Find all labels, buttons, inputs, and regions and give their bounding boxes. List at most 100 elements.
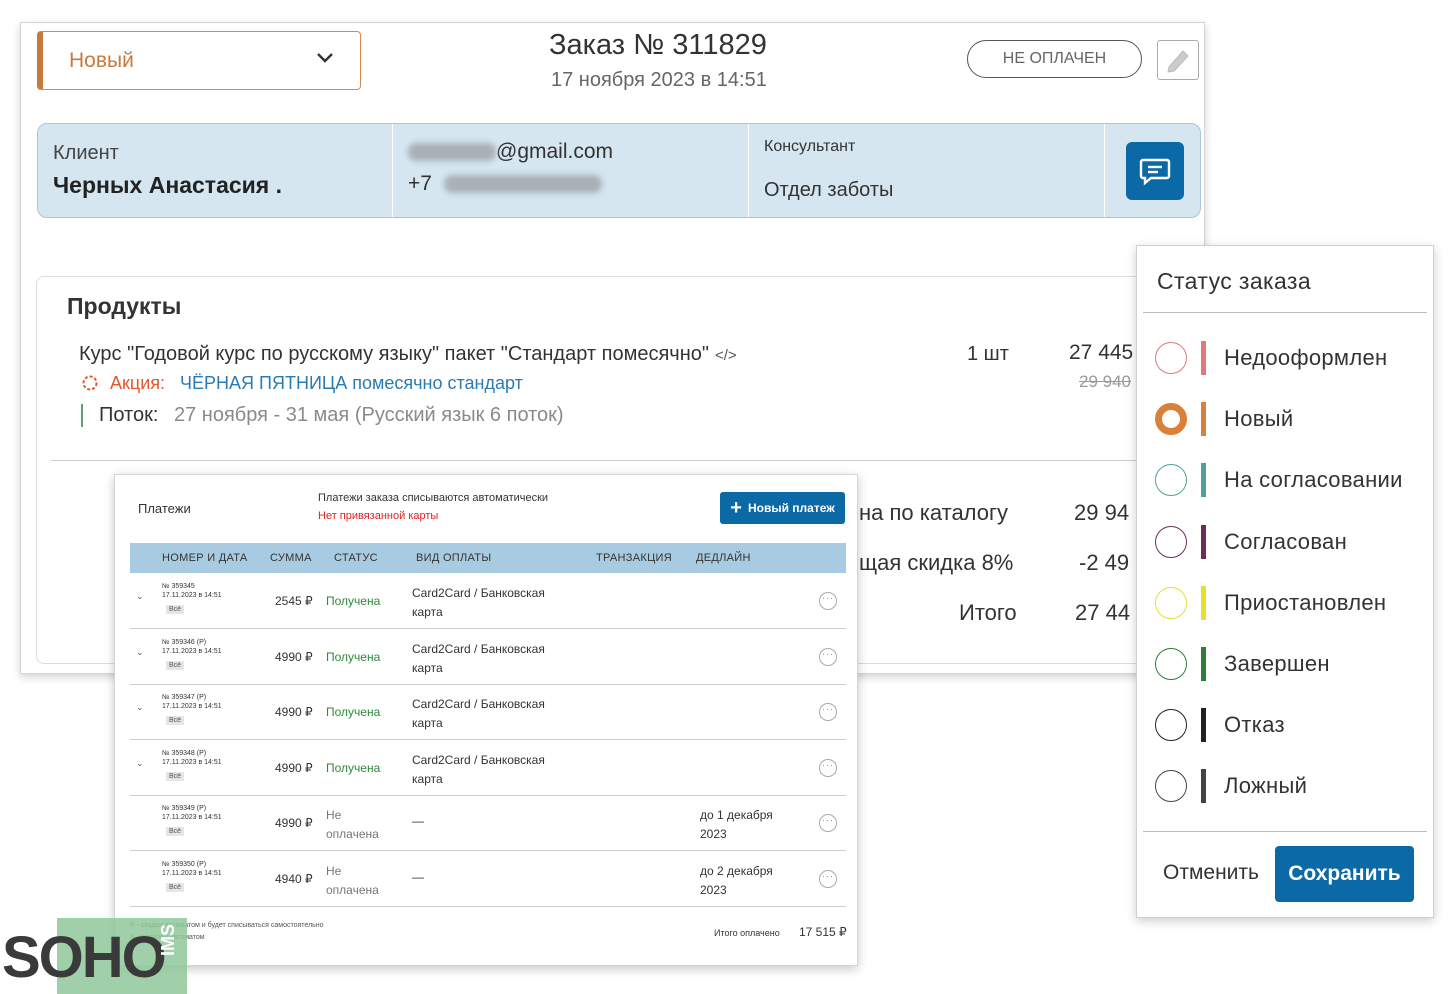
status-radio[interactable] xyxy=(1155,648,1187,680)
status-option[interactable]: Ложный xyxy=(1155,766,1425,806)
client-label: Клиент xyxy=(53,142,119,164)
status-option[interactable]: Новый xyxy=(1155,399,1425,439)
more-options-icon[interactable]: ··· xyxy=(819,869,837,888)
product-old-price: 29 940 xyxy=(1079,372,1131,391)
more-options-icon[interactable]: ··· xyxy=(819,814,837,832)
status-radio[interactable] xyxy=(1155,709,1187,742)
status-option[interactable]: Согласован xyxy=(1155,522,1425,562)
column-header: НОМЕР И ДАТА xyxy=(162,552,248,564)
plus-icon: + xyxy=(730,497,742,519)
new-payment-button[interactable]: + Новый платеж xyxy=(720,492,845,524)
payment-amount: 4990 ₽ xyxy=(275,760,313,775)
status-radio[interactable] xyxy=(1155,770,1187,803)
order-status-select[interactable]: Новый xyxy=(37,31,361,90)
chevron-down-icon[interactable]: ⌄ xyxy=(136,647,144,658)
catalog-price-value: 29 94 xyxy=(1074,500,1130,525)
payment-deadline: до 2 декабря 2023 xyxy=(700,863,773,897)
payments-panel: Платежи Платежи заказа списываются автом… xyxy=(114,474,858,966)
product-price: 27 445 xyxy=(1069,341,1134,364)
code-icon[interactable]: </> xyxy=(715,347,737,364)
payment-date: 17.11.2023 в 14:51 xyxy=(162,814,222,821)
promo-label: Акция: xyxy=(110,373,166,393)
table-row[interactable]: ⌄ № 359345 17.11.2023 в 14:51 Всё 2545 ₽ Полу… xyxy=(130,573,846,629)
status-option[interactable]: Завершен xyxy=(1155,644,1425,684)
table-row[interactable]: ⌄ № 359346 (P) 17.11.2023 в 14:51 Всё 4990 ₽… xyxy=(130,629,846,685)
cancel-button[interactable]: Отменить xyxy=(1163,861,1259,885)
payments-warning: Нет привязанной карты xyxy=(318,510,439,522)
payment-status: Не оплачена xyxy=(326,863,379,897)
product-qty: 1 шт xyxy=(967,343,1009,365)
divider xyxy=(1143,831,1427,832)
chevron-down-icon[interactable]: ⌄ xyxy=(136,702,144,713)
status-color-bar xyxy=(1201,524,1206,559)
soho-logo: SOHO IMS xyxy=(0,918,190,994)
total-value: 27 44 xyxy=(1075,600,1131,625)
payment-amount: 4940 ₽ xyxy=(275,871,313,886)
chat-button[interactable] xyxy=(1126,142,1184,200)
product-title: Курс "Годовой курс по русскому языку" па… xyxy=(79,343,709,365)
divider xyxy=(51,460,1171,461)
column-header: ВИД ОПЛАТЫ xyxy=(416,552,492,564)
payment-date: 17.11.2023 в 14:51 xyxy=(162,647,222,655)
status-radio[interactable] xyxy=(1155,586,1187,619)
payment-amount: 2545 ₽ xyxy=(275,594,313,608)
phone-prefix: +7 xyxy=(408,172,432,195)
client-phone: +7 xyxy=(408,172,602,196)
payment-tag: Всё xyxy=(166,660,185,670)
payment-number: № 359346 (P) xyxy=(162,638,207,646)
status-option-label: Согласован xyxy=(1224,528,1348,554)
chevron-down-icon[interactable]: ⌄ xyxy=(136,758,144,769)
status-option[interactable]: На согласовании xyxy=(1155,460,1425,500)
stream-value: 27 ноября - 31 мая (Русский язык 6 поток… xyxy=(174,404,564,426)
promo-value[interactable]: ЧЁРНАЯ ПЯТНИЦА помесячно стандарт xyxy=(180,373,523,393)
chevron-down-icon[interactable]: ⌄ xyxy=(136,591,144,602)
payment-status: Получена xyxy=(326,649,381,664)
table-row[interactable]: ⌄ № 359347 (P) 17.11.2023 в 14:51 Всё 4990 ₽… xyxy=(130,684,846,740)
payment-tag: Всё xyxy=(166,605,185,614)
status-option-label: Ложный xyxy=(1224,773,1308,799)
status-color-bar xyxy=(1201,708,1206,743)
save-button[interactable]: Сохранить xyxy=(1275,846,1414,902)
status-option[interactable]: Отказ xyxy=(1155,705,1425,745)
blurred-phone xyxy=(443,175,602,194)
payment-number: № 359345 xyxy=(162,583,195,590)
more-options-icon[interactable]: ··· xyxy=(819,703,837,721)
discount-label: щая скидка 8% xyxy=(859,550,1014,575)
payment-tag: Всё xyxy=(166,716,185,725)
status-color-bar xyxy=(1201,585,1206,620)
status-radio[interactable] xyxy=(1155,342,1187,374)
payment-tag: Всё xyxy=(166,771,185,781)
status-color-bar xyxy=(1201,647,1206,681)
order-status-popup: Статус заказа Недооформлен Новый На соглас… xyxy=(1136,245,1434,918)
products-heading: Продукты xyxy=(67,293,182,319)
status-option[interactable]: Недооформлен xyxy=(1155,338,1425,378)
more-options-icon[interactable]: ··· xyxy=(819,758,837,777)
status-color-bar xyxy=(1201,769,1206,804)
divider xyxy=(392,124,393,217)
product-name: Курс "Годовой курс по русскому языку" па… xyxy=(79,343,737,366)
order-date: 17 ноября 2023 в 14:51 xyxy=(551,69,767,91)
status-radio[interactable] xyxy=(1155,525,1187,558)
payments-table-header: НОМЕР И ДАТА СУММА СТАТУС ВИД ОПЛАТЫ ТРА… xyxy=(130,543,846,573)
status-color-bar xyxy=(1201,402,1206,437)
consultant-value: Отдел заботы xyxy=(764,179,894,201)
status-option[interactable]: Приостановлен xyxy=(1155,583,1425,623)
payment-tag: Всё xyxy=(166,882,185,892)
payment-date: 17.11.2023 в 14:51 xyxy=(162,703,222,710)
table-row[interactable]: № 359349 (P) 17.11.2023 в 14:51 Всё 4990 ₽ Н… xyxy=(130,795,846,851)
table-row[interactable]: № 359350 (P) 17.11.2023 в 14:51 Всё 4940 ₽ Н… xyxy=(130,851,846,907)
order-title: Заказ № 311829 xyxy=(549,29,767,61)
table-row[interactable]: ⌄ № 359348 (P) 17.11.2023 в 14:51 Всё 4990 ₽… xyxy=(130,740,846,796)
client-email: @gmail.com xyxy=(408,140,613,164)
more-options-icon[interactable]: ··· xyxy=(819,592,837,610)
status-radio[interactable] xyxy=(1155,464,1187,497)
status-option-label: Приостановлен xyxy=(1224,589,1387,615)
status-radio[interactable] xyxy=(1155,403,1187,436)
payment-status: Получена xyxy=(326,594,381,608)
promo-badge-icon xyxy=(82,375,98,391)
payment-status-badge: НЕ ОПЛАЧЕН xyxy=(967,40,1142,78)
status-option-label: Новый xyxy=(1224,406,1294,432)
more-options-icon[interactable]: ··· xyxy=(819,647,837,666)
column-header: ДЕДЛАЙН xyxy=(696,552,751,564)
edit-button[interactable] xyxy=(1157,40,1199,80)
